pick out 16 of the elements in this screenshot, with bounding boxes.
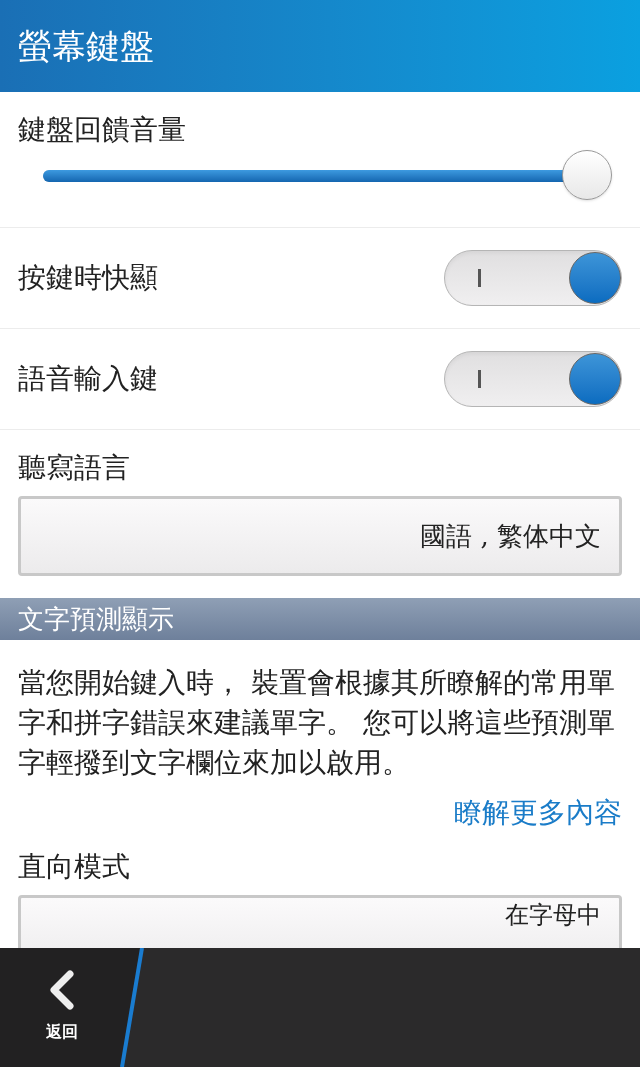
screen-title: 螢幕鍵盤 (18, 24, 154, 68)
dropdown-field[interactable]: 在字母中 (18, 895, 622, 948)
slider-thumb[interactable] (562, 150, 613, 200)
setting-label: 按鍵時快顯 (18, 260, 158, 296)
learn-more-link[interactable]: 瞭解更多內容 (454, 793, 622, 833)
toggle-switch[interactable] (444, 250, 622, 306)
back-chevron-icon (48, 970, 76, 1010)
setting-label: 聽寫語言 (18, 450, 131, 486)
description-text: 當您開始鍵入時， 裝置會根據其所瞭解的常用單字和拼字錯誤來建議單字。 您可以將這些預測單字輕撥到文字欄位來加以啟用。 (17, 665, 616, 781)
section-header: 文字預測顯示 (0, 598, 640, 640)
dropdown-field[interactable]: 國語 , 繁体中文 (18, 496, 622, 576)
volume-slider[interactable] (43, 150, 610, 202)
setting-label: 語音輸入鍵 (18, 361, 158, 397)
toggle-switch[interactable] (444, 351, 622, 407)
setting-label: 直向模式 (18, 849, 131, 885)
setting-label: 鍵盤回饋音量 (18, 112, 187, 148)
